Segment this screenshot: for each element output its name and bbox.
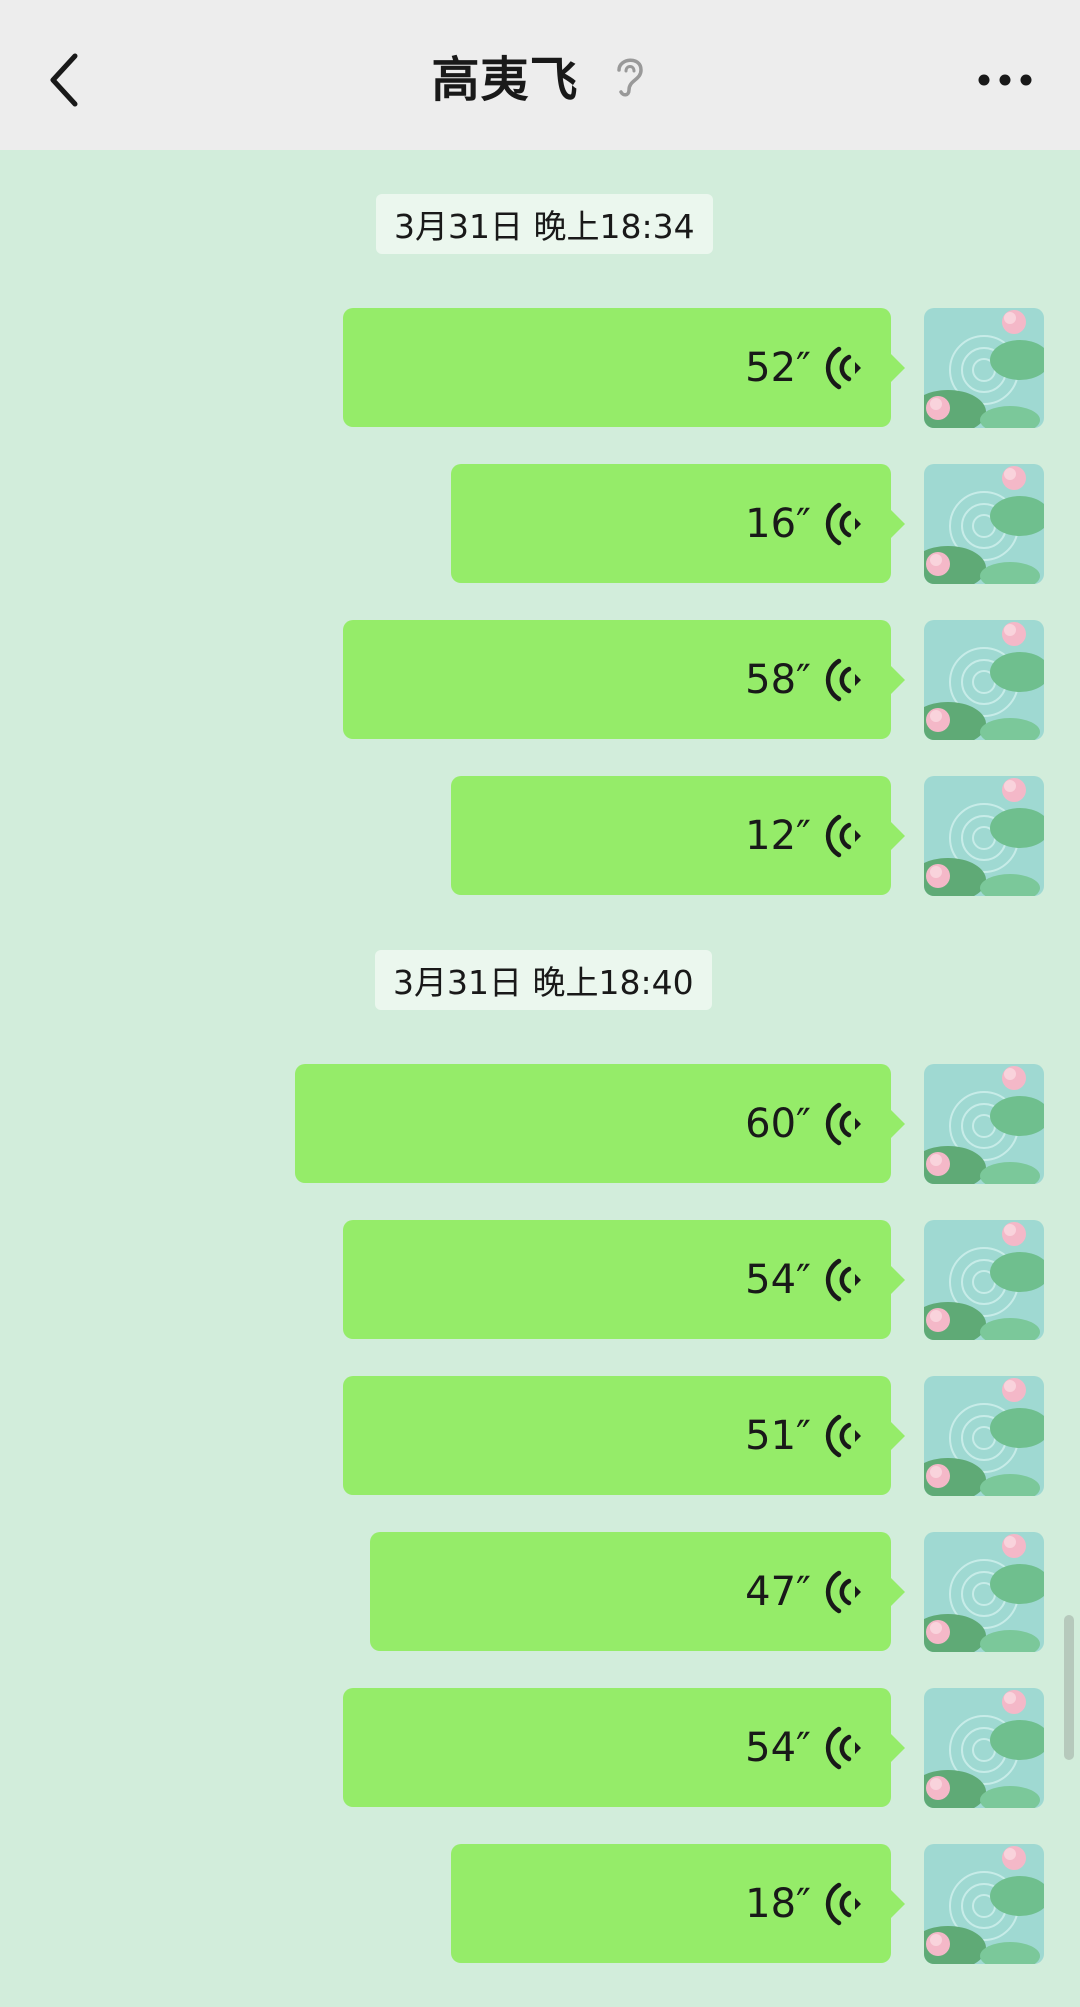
chat-title: 高夷飞 xyxy=(431,52,579,108)
voice-message-bubble[interactable]: 52″ xyxy=(343,308,905,427)
more-options-button[interactable] xyxy=(970,55,1040,105)
voice-wave-icon xyxy=(825,1414,861,1458)
voice-message-bubble[interactable]: 58″ xyxy=(343,620,905,739)
ear-icon xyxy=(609,50,649,100)
avatar[interactable] xyxy=(924,1688,1044,1808)
avatar[interactable] xyxy=(924,776,1044,896)
avatar[interactable] xyxy=(924,464,1044,584)
voice-wave-icon xyxy=(825,814,861,858)
voice-message-bubble[interactable]: 16″ xyxy=(451,464,905,583)
voice-duration: 54″ xyxy=(745,1724,811,1771)
voice-wave-icon xyxy=(825,1570,861,1614)
voice-duration: 60″ xyxy=(745,1100,811,1147)
voice-message-bubble[interactable]: 51″ xyxy=(343,1376,905,1495)
back-button[interactable] xyxy=(30,40,100,120)
avatar[interactable] xyxy=(924,1532,1044,1652)
chat-header: 高夷飞 xyxy=(0,0,1080,150)
avatar[interactable] xyxy=(924,1844,1044,1964)
voice-duration: 47″ xyxy=(745,1568,811,1615)
voice-message-bubble[interactable]: 12″ xyxy=(451,776,905,895)
voice-wave-icon xyxy=(825,1726,861,1770)
timestamp: 3月31日 晚上18:40 xyxy=(375,950,712,1010)
avatar[interactable] xyxy=(924,1376,1044,1496)
avatar[interactable] xyxy=(924,308,1044,428)
voice-message-bubble[interactable]: 54″ xyxy=(343,1688,905,1807)
voice-message-bubble[interactable]: 60″ xyxy=(295,1064,905,1183)
voice-message-bubble[interactable]: 47″ xyxy=(370,1532,905,1651)
voice-duration: 54″ xyxy=(745,1256,811,1303)
voice-message-bubble[interactable]: 54″ xyxy=(343,1220,905,1339)
voice-wave-icon xyxy=(825,1102,861,1146)
voice-duration: 58″ xyxy=(745,656,811,703)
voice-duration: 51″ xyxy=(745,1412,811,1459)
more-dots-icon xyxy=(978,74,1032,86)
scrollbar[interactable] xyxy=(1064,1615,1074,1760)
voice-wave-icon xyxy=(825,1258,861,1302)
avatar[interactable] xyxy=(924,1064,1044,1184)
avatar[interactable] xyxy=(924,1220,1044,1340)
timestamp: 3月31日 晚上18:34 xyxy=(376,194,713,254)
avatar[interactable] xyxy=(924,620,1044,740)
voice-wave-icon xyxy=(825,502,861,546)
voice-message-bubble[interactable]: 18″ xyxy=(451,1844,905,1963)
voice-duration: 18″ xyxy=(745,1880,811,1927)
voice-wave-icon xyxy=(825,658,861,702)
voice-duration: 52″ xyxy=(745,344,811,391)
voice-duration: 16″ xyxy=(745,500,811,547)
voice-wave-icon xyxy=(825,1882,861,1926)
chevron-left-icon xyxy=(50,53,78,107)
voice-duration: 12″ xyxy=(745,812,811,859)
voice-wave-icon xyxy=(825,346,861,390)
